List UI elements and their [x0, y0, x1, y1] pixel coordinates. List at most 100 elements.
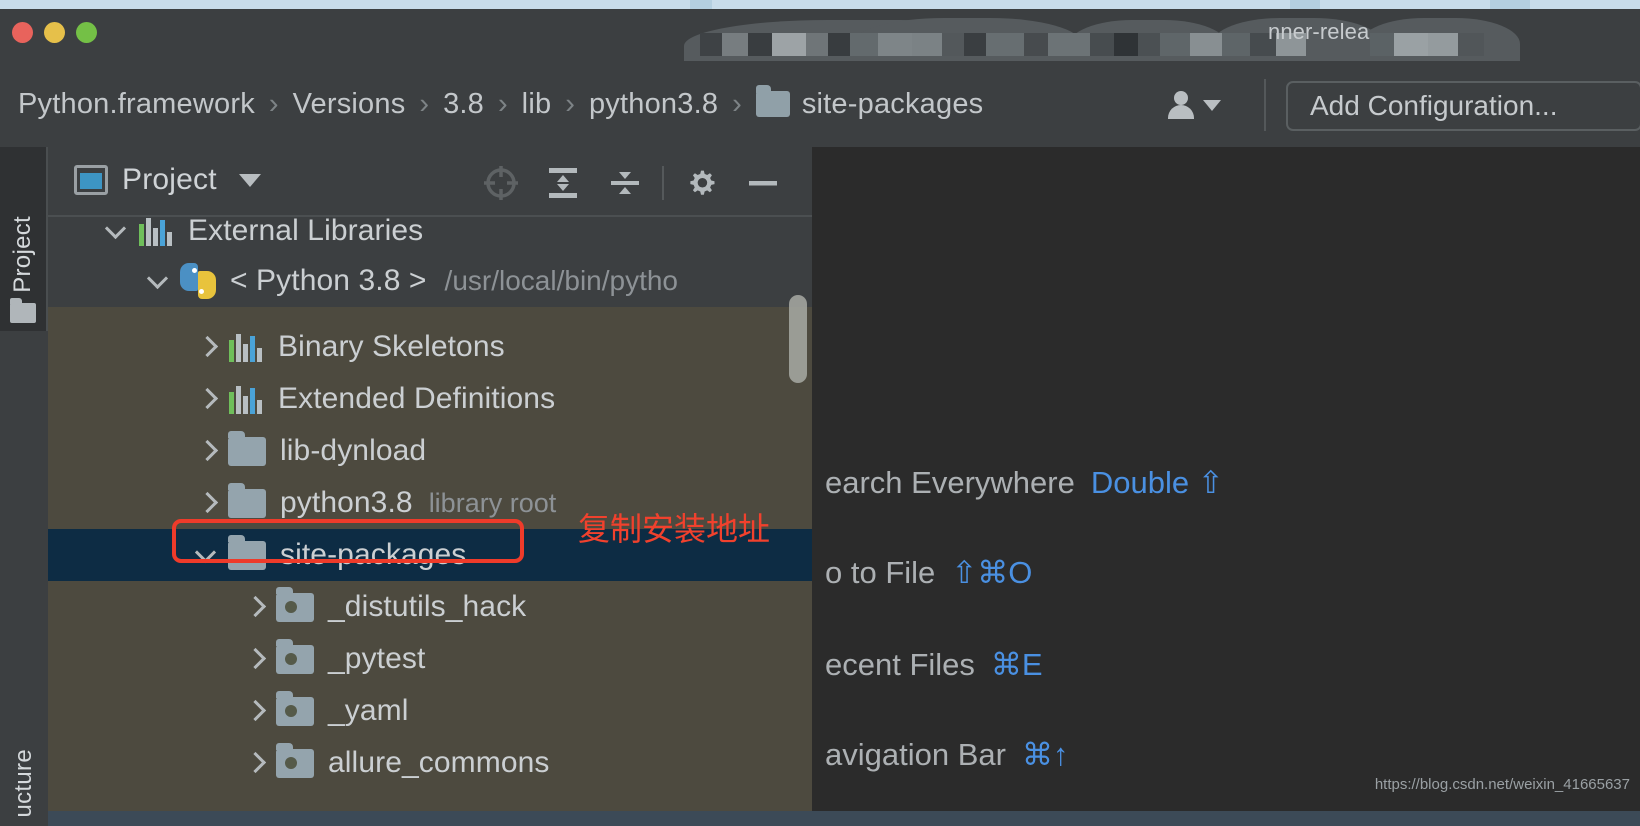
pycharm-window: nner-relea Python.framework › Versions ›…	[0, 0, 1640, 826]
breadcrumb-label: site-packages	[801, 87, 984, 120]
watermark: https://blog.csdn.net/weixin_41665637	[1374, 776, 1630, 793]
tree-row-label: Binary Skeletons	[278, 330, 505, 363]
hint-label: earch Everywhere	[825, 465, 1075, 500]
breadcrumb-item-5[interactable]: site-packages	[755, 85, 984, 121]
package-icon	[276, 742, 314, 778]
python-icon	[180, 263, 216, 299]
bars-icon	[228, 384, 264, 414]
breadcrumb-label: lib	[521, 87, 552, 120]
tree-row-python-sdk[interactable]: < Python 3.8 > /usr/local/bin/pytho	[48, 255, 812, 307]
breadcrumb: Python.framework › Versions › 3.8 › lib …	[18, 61, 983, 147]
minimize-button[interactable]	[44, 22, 65, 43]
hint-shortcut: ⌘E	[990, 647, 1043, 682]
minimize-icon[interactable]	[732, 160, 794, 206]
vertical-scrollbar[interactable]	[789, 295, 807, 383]
tree-row-binary-skeletons[interactable]: Binary Skeletons	[48, 321, 812, 373]
sidebar-item-project[interactable]: Project	[0, 147, 48, 331]
hint-label: ecent Files	[825, 647, 975, 682]
tree-row-label: _pytest	[328, 642, 426, 675]
tree-row-label: External Libraries	[188, 217, 424, 247]
package-icon	[276, 690, 314, 726]
chevron-right-icon[interactable]	[244, 595, 267, 618]
tree-row-yaml[interactable]: _yaml	[48, 685, 812, 737]
folder-icon	[10, 298, 36, 323]
breadcrumb-label: Versions	[292, 87, 406, 120]
tool-window-header: Project	[48, 147, 812, 217]
tree-row-pytest[interactable]: _pytest	[48, 633, 812, 685]
project-tool-window: Project External Libraries < Python 3.8 …	[48, 147, 812, 811]
tree-row-label: python3.8	[280, 486, 413, 519]
breadcrumb-item-1[interactable]: Versions	[293, 88, 406, 121]
gear-icon[interactable]	[670, 160, 732, 206]
chevron-down-icon	[1203, 99, 1221, 111]
folder-icon	[755, 85, 790, 117]
add-configuration-button[interactable]: Add Configuration...	[1286, 81, 1640, 131]
traffic-lights[interactable]	[12, 22, 102, 44]
breadcrumb-item-2[interactable]: 3.8	[443, 88, 484, 121]
chevron-down-icon[interactable]	[238, 173, 261, 187]
folder-icon	[228, 482, 266, 518]
breadcrumb-separator: ›	[732, 87, 742, 120]
project-view-selector[interactable]: Project	[74, 163, 261, 197]
tree-row-external-libraries[interactable]: External Libraries	[48, 217, 812, 257]
hint-recent-files: ecent Files ⌘E	[825, 647, 1043, 683]
breadcrumb-label: 3.8	[443, 87, 484, 120]
sidebar-item-label: ucture	[10, 749, 37, 818]
locate-icon[interactable]	[470, 160, 532, 206]
tree-row-label: _distutils_hack	[328, 590, 527, 623]
tree-row-lib-dynload[interactable]: lib-dynload	[48, 425, 812, 477]
tree-row-distutils-hack[interactable]: _distutils_hack	[48, 581, 812, 633]
status-bar	[48, 811, 1640, 826]
annotation-text: 复制安装地址	[578, 510, 771, 548]
breadcrumb-item-3[interactable]: lib	[522, 88, 552, 121]
bars-icon	[228, 332, 264, 362]
breadcrumb-label: python3.8	[588, 87, 719, 120]
project-icon	[74, 165, 108, 195]
package-icon	[276, 638, 314, 674]
chevron-right-icon[interactable]	[244, 751, 267, 774]
profile-button[interactable]	[1168, 83, 1244, 127]
chevron-right-icon[interactable]	[196, 387, 219, 410]
divider	[1264, 79, 1266, 131]
hint-shortcut: ⌘↑	[1021, 737, 1069, 772]
tree-row-allure-commons[interactable]: allure_commons	[48, 737, 812, 789]
hint-label: o to File	[825, 555, 936, 590]
chevron-down-icon[interactable]	[146, 267, 169, 291]
censored-window-title-tail	[1370, 18, 1520, 62]
add-configuration-label: Add Configuration...	[1310, 90, 1558, 121]
breadcrumb-item-4[interactable]: python3.8	[589, 88, 718, 121]
hint-search-everywhere: earch Everywhere Double ⇧	[825, 465, 1224, 501]
sidebar-item-label: Project	[9, 216, 36, 293]
chevron-right-icon[interactable]	[244, 699, 267, 722]
hint-shortcut: Double ⇧	[1090, 465, 1224, 500]
hint-label: avigation Bar	[825, 737, 1006, 772]
title-bar: nner-relea	[0, 9, 1640, 62]
collapse-all-icon[interactable]	[594, 160, 656, 206]
divider	[662, 166, 664, 200]
person-icon	[1168, 90, 1196, 120]
tree-row-label: < Python 3.8 >	[230, 264, 427, 297]
hint-go-to-file: o to File ⇧⌘O	[825, 555, 1032, 591]
bars-icon	[138, 217, 174, 246]
zoom-button[interactable]	[76, 22, 97, 43]
chevron-right-icon[interactable]	[196, 491, 219, 514]
tree-row-extended-definitions[interactable]: Extended Definitions	[48, 373, 812, 425]
breadcrumb-item-0[interactable]: Python.framework	[18, 88, 255, 121]
tree-row-path: /usr/local/bin/pytho	[444, 265, 679, 296]
close-button[interactable]	[12, 22, 33, 43]
package-icon	[276, 586, 314, 622]
expand-all-icon[interactable]	[532, 160, 594, 206]
sidebar-item-structure[interactable]: ucture	[0, 687, 48, 826]
breadcrumb-separator: ›	[498, 87, 508, 120]
chevron-right-icon[interactable]	[196, 335, 219, 358]
chevron-right-icon[interactable]	[244, 647, 267, 670]
chevron-right-icon[interactable]	[196, 439, 219, 462]
tool-window-title: Project	[122, 163, 217, 196]
breadcrumb-separator: ›	[419, 87, 430, 120]
annotation-highlight-box	[172, 519, 524, 563]
chevron-down-icon[interactable]	[104, 217, 127, 241]
breadcrumb-separator: ›	[565, 87, 575, 120]
tree-row-label: Extended Definitions	[278, 382, 556, 415]
window-title-fragment: nner-relea	[1268, 19, 1370, 44]
tree-row-label: lib-dynload	[280, 434, 427, 467]
